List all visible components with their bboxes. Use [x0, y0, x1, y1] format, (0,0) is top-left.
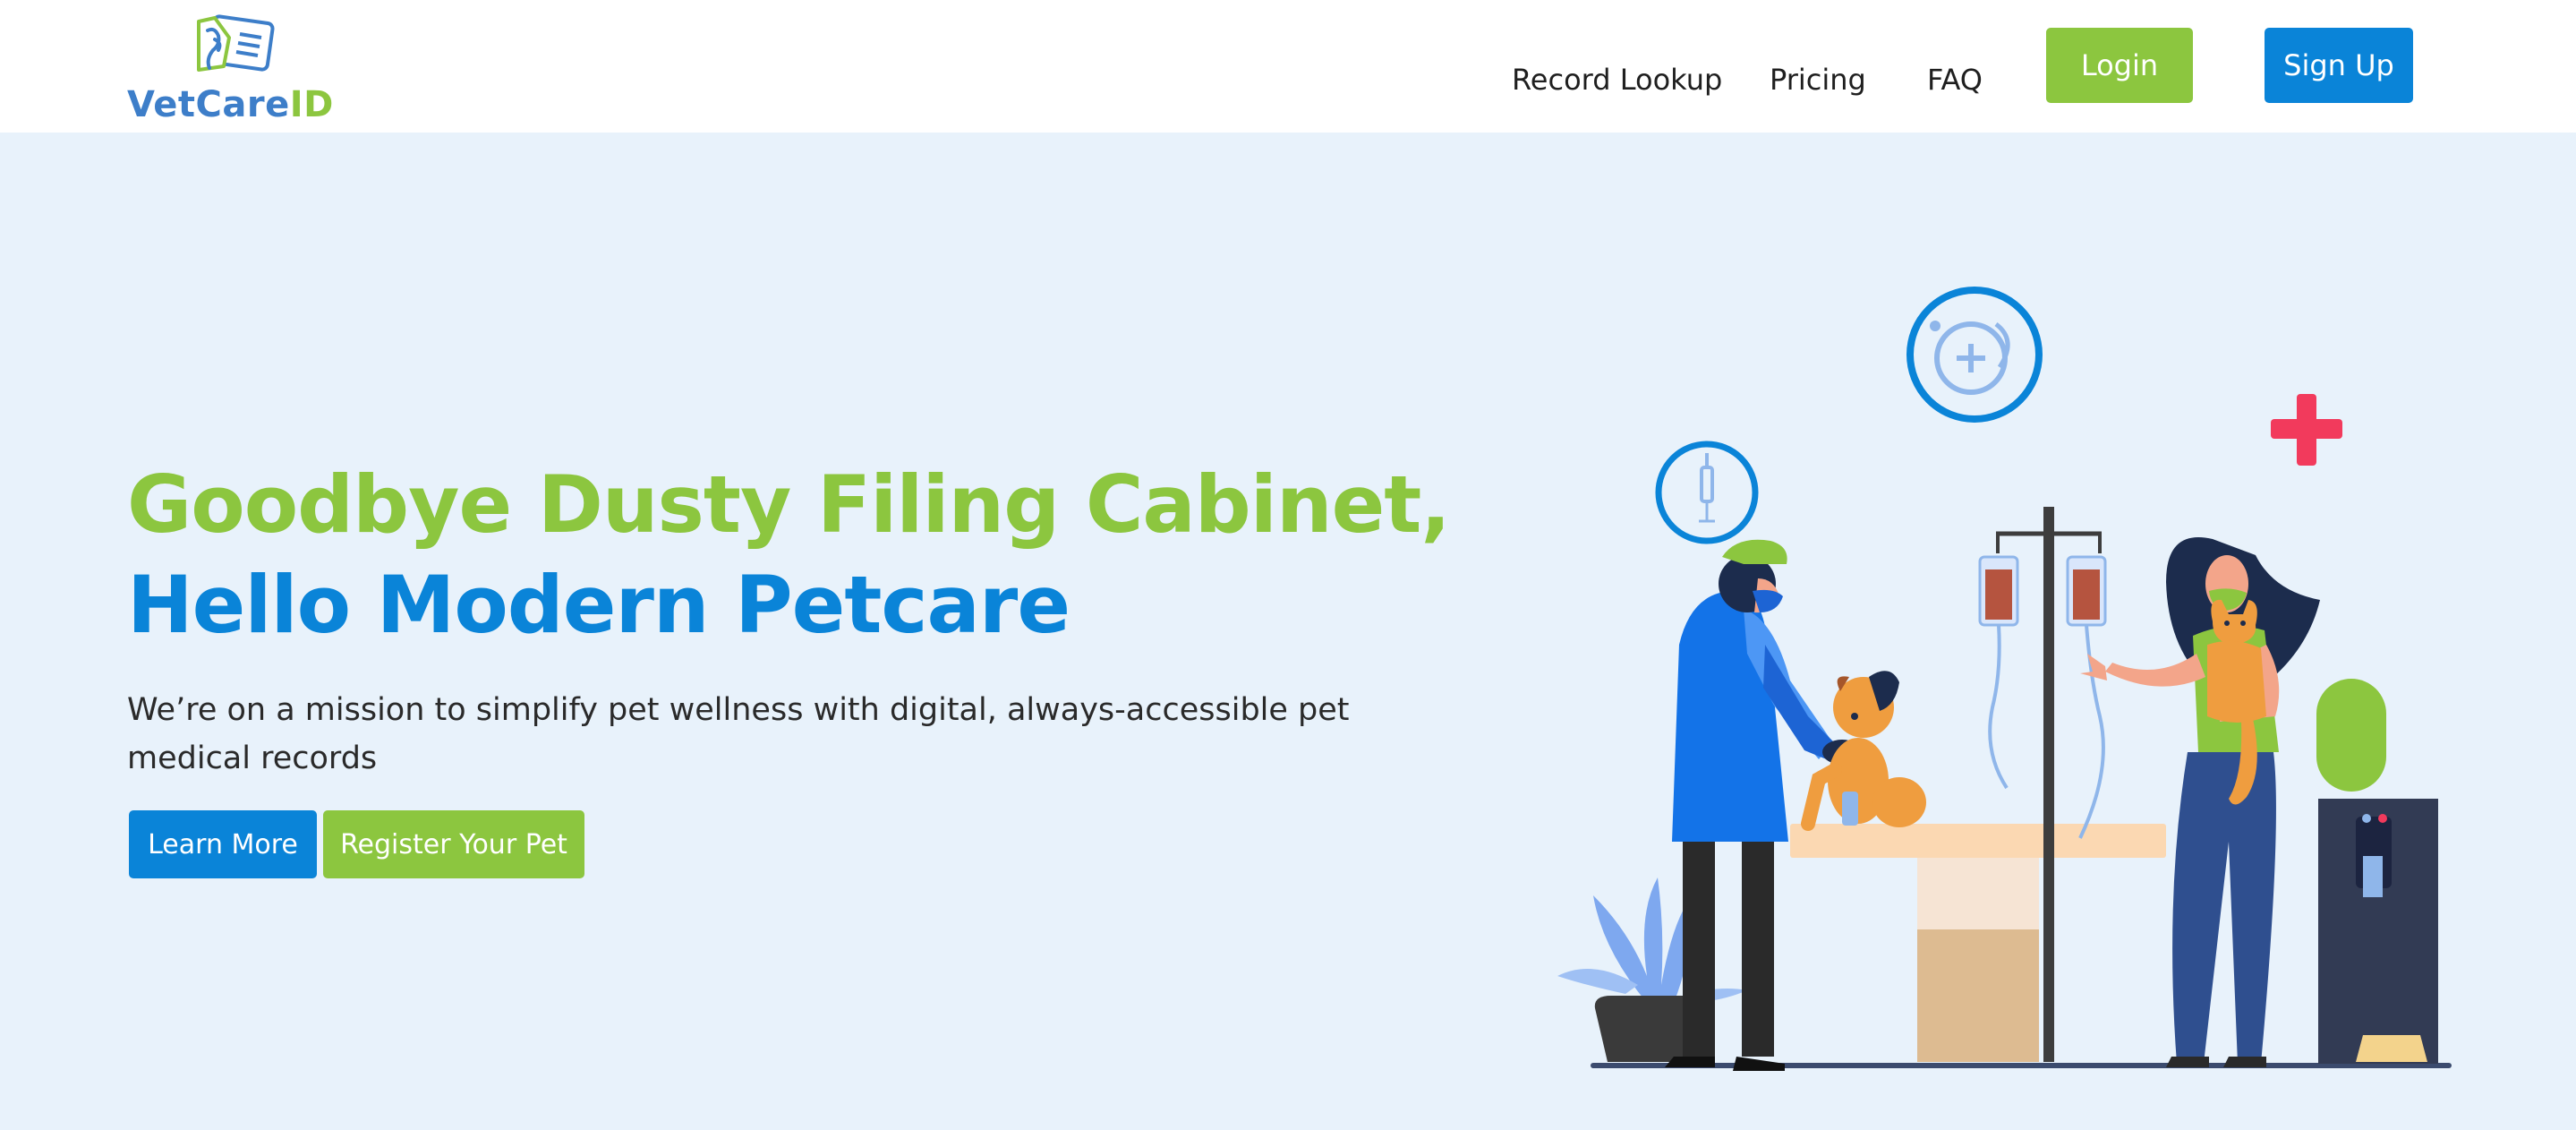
- medical-cross-icon: [2271, 394, 2342, 466]
- hero-subtext: We’re on a mission to simplify pet welln…: [127, 692, 1350, 776]
- brand-wordmark: VetCareID: [127, 84, 334, 125]
- signup-button[interactable]: Sign Up: [2265, 28, 2413, 103]
- veterinary-clinic-illustration: [1557, 287, 2452, 1071]
- top-navigation-bar: VetCareID Record Lookup Pricing FAQ Logi…: [0, 0, 2576, 133]
- veterinarian-figure: [1665, 539, 1862, 1071]
- pet-owner-figure: [2080, 537, 2320, 1067]
- nav-link-pricing[interactable]: Pricing: [1770, 63, 1866, 97]
- hero-headline-line2: Hello Modern Petcare: [127, 559, 1070, 651]
- stethoscope-icon: [1906, 287, 2043, 423]
- brand-name-part1: VetCare: [127, 84, 290, 125]
- plant-decoration: [1557, 877, 1747, 1062]
- brand-name-part2: ID: [289, 84, 334, 125]
- exam-table: [1790, 824, 2166, 1062]
- brand-logo[interactable]: VetCareID: [127, 14, 333, 125]
- syringe-icon: [1655, 441, 1759, 544]
- hero-headline-line1: Goodbye Dusty Filing Cabinet,: [127, 458, 1451, 551]
- water-cooler: [2316, 679, 2438, 1064]
- login-button[interactable]: Login: [2046, 28, 2193, 103]
- learn-more-button[interactable]: Learn More: [129, 810, 317, 878]
- pet-id-card-icon: [197, 14, 275, 72]
- nav-link-record-lookup[interactable]: Record Lookup: [1512, 63, 1722, 97]
- nav-link-faq[interactable]: FAQ: [1927, 63, 1983, 97]
- register-pet-button[interactable]: Register Your Pet: [323, 810, 584, 878]
